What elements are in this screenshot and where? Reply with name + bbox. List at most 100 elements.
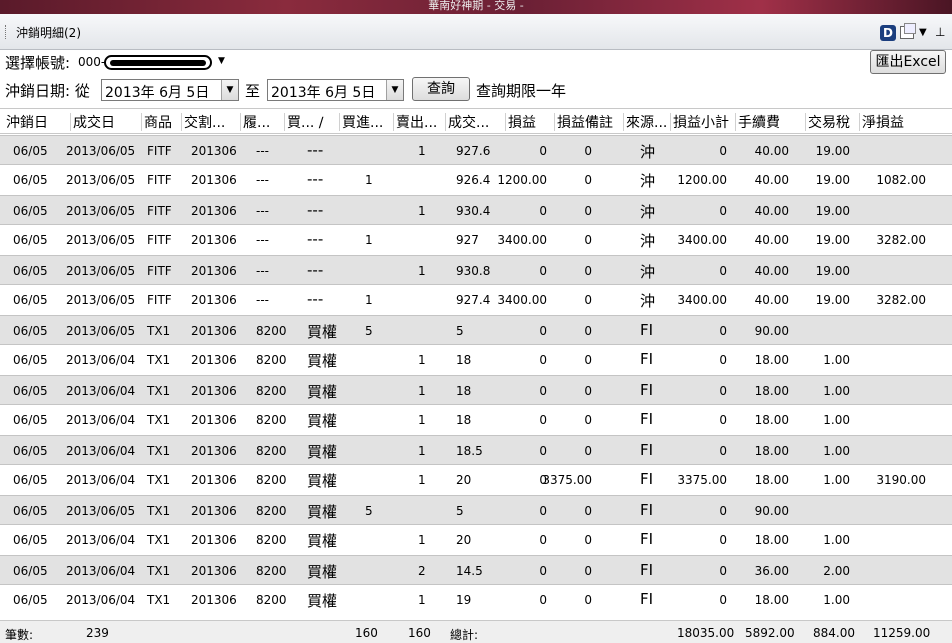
cell: 0 [584, 564, 592, 578]
column-resize-handle[interactable] [284, 113, 285, 131]
cell: 0 [539, 564, 547, 578]
column-header-11[interactable]: 來源... [626, 112, 667, 132]
column-resize-handle[interactable] [735, 113, 736, 131]
cell: 20 [456, 473, 472, 487]
cell: 06/05 [13, 233, 48, 247]
to-date-picker[interactable]: 2013年 6月 5日 ▼ [267, 79, 404, 101]
table-row[interactable]: 06/05 2013/06/04 TX1 201306 8200 買權 1 20 0 0 FI 0 18… [0, 525, 952, 555]
cell: 1 [365, 173, 373, 187]
cell: 1 [418, 533, 426, 547]
table-row[interactable]: 06/05 2013/06/04 TX1 201306 8200 買權 2 14.5 0 0 FI 0… [0, 555, 952, 585]
d-logo-icon[interactable]: D [880, 25, 896, 41]
cell: 5 [456, 324, 464, 338]
cell: 0 [539, 413, 547, 427]
query-button[interactable]: 查詢 [412, 77, 470, 101]
table-row[interactable]: 06/05 2013/06/05 FITF 201306 --- --- 1 927 3400.… [0, 225, 952, 255]
calendar-dropdown-icon[interactable]: ▼ [221, 80, 238, 100]
column-resize-handle[interactable] [181, 113, 182, 131]
cell: 0 [584, 173, 592, 187]
table-row[interactable]: 06/05 2013/06/05 TX1 201306 8200 買權 5 5 0 0 FI 0 90.… [0, 495, 952, 525]
column-resize-handle[interactable] [505, 113, 506, 131]
cell: 36.00 [754, 564, 789, 578]
cell: 沖 [640, 143, 656, 161]
table-row[interactable]: 06/05 2013/06/05 FITF 201306 --- --- 1 930.8 0 0 沖… [0, 255, 952, 285]
from-date-picker[interactable]: 2013年 6月 5日 ▼ [101, 79, 239, 101]
column-resize-handle[interactable] [445, 113, 446, 131]
table-row[interactable]: 06/05 2013/06/04 TX1 201306 8200 買權 1 20 0 3375.0… [0, 465, 952, 495]
table-row[interactable]: 06/05 2013/06/04 TX1 201306 8200 買權 1 18 0 0 FI 0 18… [0, 405, 952, 435]
table-row[interactable]: 06/05 2013/06/05 FITF 201306 --- --- 1 927.6 0 0 沖… [0, 135, 952, 165]
column-header-14[interactable]: 交易稅 [808, 112, 850, 132]
cell: 2013/06/05 [66, 504, 136, 518]
table-row[interactable]: 06/05 2013/06/04 TX1 201306 8200 買權 1 18.5 0 0 FI 0… [0, 435, 952, 465]
cell: 0 [539, 324, 547, 338]
cell: 06/05 [13, 264, 48, 278]
cell: 201306 [191, 144, 237, 158]
cell: --- [307, 201, 324, 219]
grip-icon[interactable] [5, 25, 8, 39]
cell: --- [256, 144, 269, 158]
column-resize-handle[interactable] [859, 113, 860, 131]
column-resize-handle[interactable] [141, 113, 142, 131]
column-header-15[interactable]: 淨損益 [862, 112, 904, 132]
calendar-dropdown-icon[interactable]: ▼ [386, 80, 403, 100]
cell: 3375.00 [677, 473, 727, 487]
export-excel-button[interactable]: 匯出Excel [870, 50, 946, 74]
cell: 0 [539, 384, 547, 398]
pin-icon[interactable]: ⊥ [935, 25, 945, 39]
cell: 201306 [191, 324, 237, 338]
column-resize-handle[interactable] [339, 113, 340, 131]
column-header-5[interactable]: 買... ∕ [287, 112, 324, 132]
column-resize-handle[interactable] [393, 113, 394, 131]
column-header-2[interactable]: 商品 [144, 112, 172, 132]
chevron-down-icon[interactable]: ▼ [919, 27, 927, 38]
column-resize-handle[interactable] [670, 113, 671, 131]
table-row[interactable]: 06/05 2013/06/04 TX1 201306 8200 買權 1 18 0 0 FI 0 18… [0, 345, 952, 375]
column-header-13[interactable]: 手續費 [738, 112, 780, 132]
cell: 2013/06/05 [66, 233, 136, 247]
column-resize-handle[interactable] [805, 113, 806, 131]
column-header-10[interactable]: 損益備註 [557, 112, 613, 132]
column-header-1[interactable]: 成交日 [73, 112, 115, 132]
cell: 5 [365, 504, 373, 518]
cell: 沖 [640, 172, 656, 190]
cell: 18 [456, 384, 472, 398]
tax-total: 884.00 [813, 626, 855, 640]
account-select[interactable]: 000- ▼ [74, 52, 230, 74]
cell: TX1 [147, 564, 171, 578]
cell: 18 [456, 413, 472, 427]
cell: 沖 [640, 232, 656, 250]
column-resize-handle[interactable] [554, 113, 555, 131]
cell: 06/05 [13, 353, 48, 367]
table-row[interactable]: 06/05 2013/06/04 TX1 201306 8200 買權 1 18 0 0 FI 0 18… [0, 375, 952, 405]
cell: 3400.00 [677, 293, 727, 307]
cell: 06/05 [13, 384, 48, 398]
column-header-8[interactable]: 成交... [448, 112, 489, 132]
float-window-icon[interactable] [900, 23, 916, 39]
chevron-down-icon[interactable]: ▼ [218, 56, 225, 66]
column-header-7[interactable]: 賣出... [396, 112, 437, 132]
column-resize-handle[interactable] [240, 113, 241, 131]
cell: --- [307, 290, 324, 308]
table-row[interactable]: 06/05 2013/06/04 TX1 201306 8200 買權 1 19 0 0 FI 0 18… [0, 585, 952, 615]
column-header-0[interactable]: 沖銷日 [6, 112, 48, 132]
column-header-12[interactable]: 損益小計 [673, 112, 729, 132]
cell: --- [307, 230, 324, 248]
cell: 0 [719, 444, 727, 458]
cell: 買權 [307, 323, 338, 341]
table-row[interactable]: 06/05 2013/06/05 TX1 201306 8200 買權 5 5 0 0 FI 0 90.… [0, 315, 952, 345]
column-header-6[interactable]: 買進... [342, 112, 383, 132]
cell: 2013/06/04 [66, 413, 136, 427]
column-header-4[interactable]: 履... [243, 112, 270, 132]
column-header-3[interactable]: 交割... [184, 112, 225, 132]
table-row[interactable]: 06/05 2013/06/05 FITF 201306 --- --- 1 930.4 0 0 沖… [0, 195, 952, 225]
cell: FITF [147, 173, 172, 187]
cell: 2013/06/04 [66, 564, 136, 578]
table-row[interactable]: 06/05 2013/06/05 FITF 201306 --- --- 1 926.4 120… [0, 165, 952, 195]
column-header-9[interactable]: 損益 [508, 112, 536, 132]
cell: 201306 [191, 353, 237, 367]
column-resize-handle[interactable] [70, 113, 71, 131]
column-resize-handle[interactable] [623, 113, 624, 131]
cell: 0 [719, 593, 727, 607]
table-row[interactable]: 06/05 2013/06/05 FITF 201306 --- --- 1 927.4 340… [0, 285, 952, 315]
